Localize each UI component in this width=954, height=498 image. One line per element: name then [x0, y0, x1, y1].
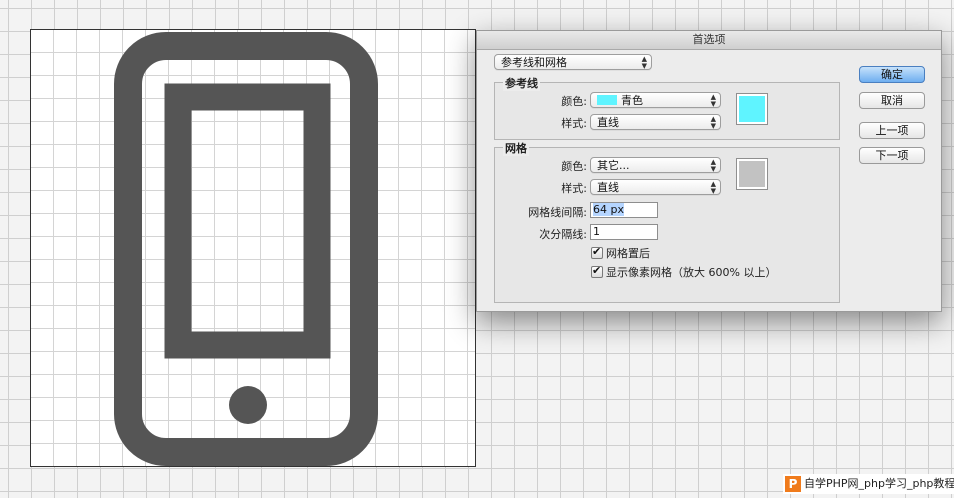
- chevron-updown-icon: ▲ ▼: [710, 115, 716, 130]
- smartphone-icon: [114, 32, 378, 466]
- guides-group: [494, 82, 840, 140]
- dialog-title: 首选项: [477, 31, 941, 50]
- watermark: P 自学PHP网_php学习_php教程: [783, 474, 954, 494]
- grid-subdivision-label: 次分隔线:: [539, 228, 587, 241]
- grid-style-value: 直线: [597, 181, 619, 194]
- chevron-updown-icon: ▲ ▼: [710, 158, 716, 173]
- chevron-updown-icon: ▲ ▼: [710, 93, 716, 108]
- grid-color-value: 其它...: [597, 159, 630, 172]
- grid-group-title: 网格: [503, 140, 529, 156]
- guides-color-label: 颜色:: [561, 95, 587, 108]
- guides-style-select[interactable]: 直线 ▲ ▼: [590, 114, 721, 130]
- chevron-updown-icon: ▲ ▼: [641, 55, 647, 70]
- grid-spacing-value: 64 px: [593, 203, 624, 216]
- grid-color-select[interactable]: 其它... ▲ ▼: [590, 157, 721, 173]
- section-select[interactable]: 参考线和网格 ▲ ▼: [494, 54, 652, 70]
- grid-subdivision-value: 1: [593, 225, 600, 238]
- grid-spacing-input[interactable]: 64 px: [590, 202, 658, 218]
- pixel-grid-label: 显示像素网格（放大 600% 以上）: [606, 266, 777, 279]
- pixel-grid-checkbox[interactable]: ✔ 显示像素网格（放大 600% 以上）: [591, 264, 776, 280]
- phone-screen: [164, 83, 331, 359]
- grid-spacing-label: 网格线间隔:: [528, 206, 587, 219]
- guides-group-title: 参考线: [503, 75, 540, 91]
- grid-subdivision-input[interactable]: 1: [590, 224, 658, 240]
- guides-color-swatch[interactable]: [736, 93, 768, 125]
- ok-button[interactable]: 确定: [859, 66, 925, 83]
- guides-style-value: 直线: [597, 116, 619, 129]
- chevron-updown-icon: ▲ ▼: [710, 180, 716, 195]
- grid-color-swatch[interactable]: [736, 158, 768, 190]
- cancel-button[interactable]: 取消: [859, 92, 925, 109]
- grid-behind-label: 网格置后: [606, 247, 650, 260]
- preferences-dialog: 首选项 参考线和网格 ▲ ▼ 参考线 颜色: 青色 ▲ ▼ 样式: 直线 ▲ ▼ 网格…: [476, 30, 942, 312]
- grid-style-select[interactable]: 直线 ▲ ▼: [590, 179, 721, 195]
- checkbox-checked-icon: ✔: [591, 245, 603, 259]
- prev-button[interactable]: 上一项: [859, 122, 925, 139]
- phone-home-button: [229, 386, 267, 424]
- guides-color-chip: [597, 95, 617, 105]
- grid-style-label: 样式:: [561, 182, 587, 195]
- checkbox-checked-icon: ✔: [591, 264, 603, 278]
- grid-behind-checkbox[interactable]: ✔ 网格置后: [591, 245, 650, 261]
- watermark-text: 自学PHP网_php学习_php教程: [804, 477, 954, 490]
- grid-color-label: 颜色:: [561, 160, 587, 173]
- guides-color-value: 青色: [621, 94, 643, 107]
- guides-color-select[interactable]: 青色 ▲ ▼: [590, 92, 721, 108]
- watermark-logo: P: [785, 476, 801, 492]
- section-select-value: 参考线和网格: [501, 56, 567, 69]
- next-button[interactable]: 下一项: [859, 147, 925, 164]
- guides-style-label: 样式:: [561, 117, 587, 130]
